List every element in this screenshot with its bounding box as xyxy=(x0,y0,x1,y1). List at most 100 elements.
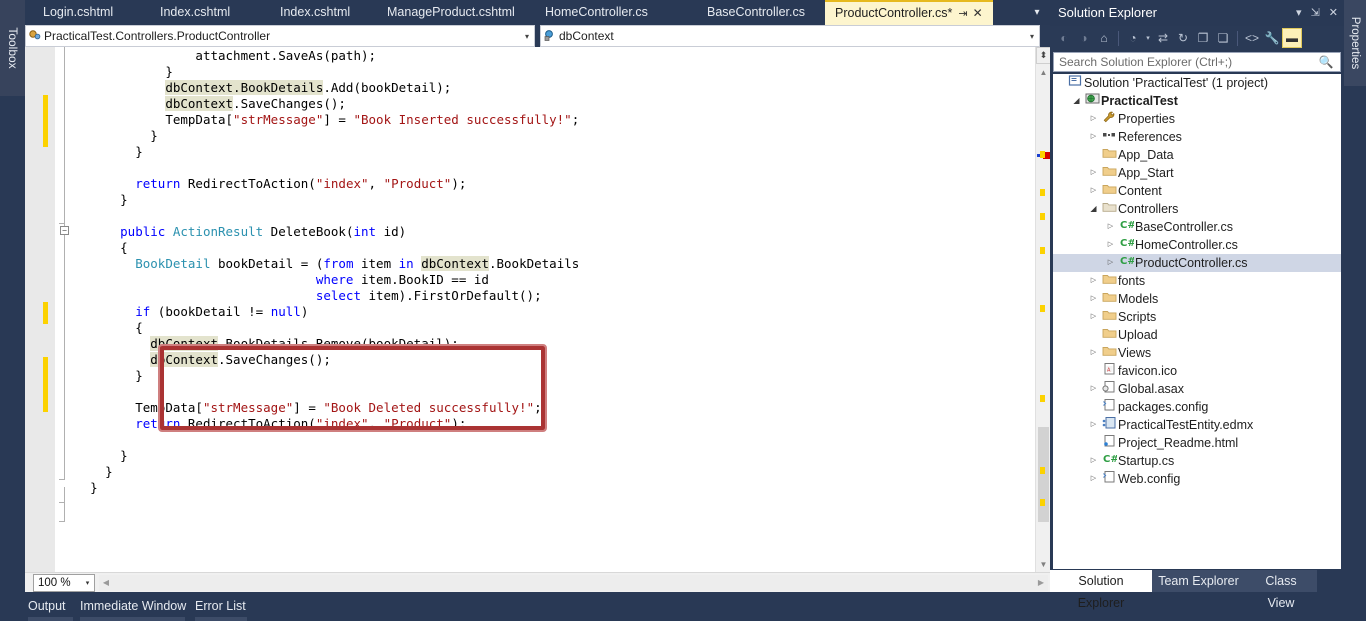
tree-item[interactable]: ▷Views xyxy=(1053,344,1341,362)
code-editor[interactable]: − attachment.SaveAs(path); } dbContext.B… xyxy=(25,47,1050,572)
scroll-down-arrow[interactable]: ▼ xyxy=(1036,557,1051,572)
tab-overflow-icon[interactable]: ▾ xyxy=(1026,0,1048,25)
chevron-down-icon[interactable]: ▾ xyxy=(1143,28,1153,48)
tree-item[interactable]: ▷References xyxy=(1053,128,1341,146)
editor-tab[interactable]: Login.cshtml xyxy=(33,0,123,25)
chevron-down-icon[interactable]: ▾ xyxy=(81,579,94,587)
search-icon[interactable]: 🔍 xyxy=(1312,55,1340,69)
expander-collapsed-icon[interactable]: ▷ xyxy=(1087,344,1100,362)
bottom-tool-tab[interactable]: Immediate Window xyxy=(80,597,186,615)
editor-outlining-margin[interactable]: − xyxy=(55,47,75,572)
tree-item-selected[interactable]: ▷C#ProductController.cs xyxy=(1053,254,1341,272)
chevron-down-icon[interactable]: ▾ xyxy=(520,32,534,41)
code-text[interactable]: attachment.SaveAs(path); } dbContext.Boo… xyxy=(75,47,1035,572)
tree-item[interactable]: packages.config xyxy=(1053,398,1341,416)
editor-tab[interactable]: Index.cshtml xyxy=(150,0,240,25)
pin-icon[interactable]: ⇲ xyxy=(1311,0,1320,26)
tree-item[interactable]: App_Data xyxy=(1053,146,1341,164)
preview-selected-icon[interactable]: ▬ xyxy=(1282,28,1302,48)
tree-item[interactable]: ▷App_Start xyxy=(1053,164,1341,182)
expander-collapsed-icon[interactable]: ▷ xyxy=(1087,182,1100,200)
sync-icon[interactable]: ⇄ xyxy=(1153,28,1173,48)
show-all-files-icon[interactable]: ❏ xyxy=(1213,28,1233,48)
collapse-region-button[interactable]: − xyxy=(60,226,69,235)
editor-tab[interactable]: BaseController.cs xyxy=(697,0,815,25)
pin-icon[interactable]: ⇥ xyxy=(958,8,967,20)
tree-item[interactable]: ▷PracticalTestEntity.edmx xyxy=(1053,416,1341,434)
pending-changes-icon[interactable]: ◔ xyxy=(1123,28,1143,48)
tree-item[interactable]: ▷fonts xyxy=(1053,272,1341,290)
panel-tab-active[interactable]: Solution Explorer xyxy=(1050,570,1152,592)
tree-item[interactable]: Upload xyxy=(1053,326,1341,344)
tree-item[interactable]: ▷Models xyxy=(1053,290,1341,308)
editor-tab-active[interactable]: ProductController.cs*⇥✕ xyxy=(825,0,993,25)
code-line xyxy=(75,208,1035,224)
expander-collapsed-icon[interactable]: ▷ xyxy=(1087,110,1100,128)
editor-vertical-scrollbar[interactable]: ⬍ ▲ ▼ xyxy=(1035,47,1050,572)
expander-collapsed-icon[interactable]: ▷ xyxy=(1104,218,1117,236)
panel-tab[interactable]: Class View xyxy=(1245,570,1317,592)
editor-tab[interactable]: HomeController.cs xyxy=(535,0,658,25)
zoom-level-dropdown[interactable]: 100 % ▾ xyxy=(33,574,95,592)
expander-collapsed-icon[interactable]: ▷ xyxy=(1087,470,1100,488)
expander-collapsed-icon[interactable]: ▷ xyxy=(1087,416,1100,434)
chevron-down-icon[interactable]: ▾ xyxy=(1025,32,1039,41)
solution-explorer-tree[interactable]: Solution 'PracticalTest' (1 project)◢Pra… xyxy=(1053,74,1341,569)
tree-item-label: favicon.ico xyxy=(1118,362,1341,380)
expander-expanded-icon[interactable]: ◢ xyxy=(1087,200,1100,218)
bottom-tool-tab[interactable]: Error List xyxy=(195,597,246,615)
back-icon[interactable]: ◐ xyxy=(1054,28,1074,48)
view-code-icon[interactable]: <> xyxy=(1242,28,1262,48)
forward-icon[interactable]: ◑ xyxy=(1074,28,1094,48)
expander-collapsed-icon[interactable]: ▷ xyxy=(1087,452,1100,470)
chevron-down-icon[interactable]: ▾ xyxy=(1296,0,1302,26)
close-icon[interactable]: ✕ xyxy=(973,6,983,20)
editor-horizontal-scrollbar[interactable]: ◀ ▶ xyxy=(99,575,1048,591)
expander-expanded-icon[interactable]: ◢ xyxy=(1070,92,1083,110)
expander-collapsed-icon[interactable]: ▷ xyxy=(1087,128,1100,146)
split-view-button[interactable]: ⬍ xyxy=(1036,47,1051,64)
tree-item[interactable]: ◢Controllers xyxy=(1053,200,1341,218)
tree-item[interactable]: ▷Scripts xyxy=(1053,308,1341,326)
editor-tab[interactable]: Index.cshtml xyxy=(270,0,360,25)
tree-item[interactable]: ▷C#HomeController.cs xyxy=(1053,236,1341,254)
type-dropdown[interactable]: PracticalTest.Controllers.ProductControl… xyxy=(25,25,535,47)
properties-icon[interactable]: 🔧 xyxy=(1262,28,1282,48)
tree-item[interactable]: ▷Global.asax xyxy=(1053,380,1341,398)
tree-item[interactable]: ▷C#Startup.cs xyxy=(1053,452,1341,470)
close-icon[interactable]: ✕ xyxy=(1329,0,1338,26)
code-line: } xyxy=(75,128,1035,144)
tree-item[interactable]: ▷Properties xyxy=(1053,110,1341,128)
tree-item[interactable]: Afavicon.ico xyxy=(1053,362,1341,380)
refresh-icon[interactable]: ↻ xyxy=(1173,28,1193,48)
tree-item[interactable]: Solution 'PracticalTest' (1 project) xyxy=(1053,74,1341,92)
bottom-tool-tab[interactable]: Output xyxy=(28,597,66,615)
expander-collapsed-icon[interactable]: ▷ xyxy=(1087,380,1100,398)
tree-item[interactable]: ▷Web.config xyxy=(1053,470,1341,488)
properties-tab[interactable]: Properties xyxy=(1344,0,1366,86)
scrollbar-thumb[interactable] xyxy=(1038,427,1049,522)
scroll-up-arrow[interactable]: ▲ xyxy=(1036,65,1051,80)
tree-item[interactable]: ▷Content xyxy=(1053,182,1341,200)
toolbox-dock-strip: Toolbox xyxy=(0,0,25,621)
scroll-left-arrow[interactable]: ◀ xyxy=(99,575,113,591)
toolbox-tab[interactable]: Toolbox xyxy=(0,0,25,96)
expander-collapsed-icon[interactable]: ▷ xyxy=(1087,164,1100,182)
scrollbar-change-marker xyxy=(1040,395,1045,402)
tree-item[interactable]: ◢PracticalTest xyxy=(1053,92,1341,110)
expander-collapsed-icon[interactable]: ▷ xyxy=(1087,290,1100,308)
collapse-all-icon[interactable]: ❐ xyxy=(1193,28,1213,48)
member-dropdown[interactable]: dbContext ▾ xyxy=(540,25,1040,47)
expander-collapsed-icon[interactable]: ▷ xyxy=(1104,254,1117,272)
editor-tab[interactable]: ManageProduct.cshtml xyxy=(377,0,525,25)
expander-collapsed-icon[interactable]: ▷ xyxy=(1104,236,1117,254)
panel-tab[interactable]: Team Explorer xyxy=(1152,570,1245,592)
scroll-right-arrow[interactable]: ▶ xyxy=(1034,575,1048,591)
expander-collapsed-icon[interactable]: ▷ xyxy=(1087,308,1100,326)
tree-item[interactable]: Project_Readme.html xyxy=(1053,434,1341,452)
solution-explorer-search[interactable]: Search Solution Explorer (Ctrl+;) 🔍 xyxy=(1053,52,1341,72)
tree-item[interactable]: ▷C#BaseController.cs xyxy=(1053,218,1341,236)
code-token: public xyxy=(120,224,165,239)
expander-collapsed-icon[interactable]: ▷ xyxy=(1087,272,1100,290)
home-icon[interactable]: ⌂ xyxy=(1094,28,1114,48)
